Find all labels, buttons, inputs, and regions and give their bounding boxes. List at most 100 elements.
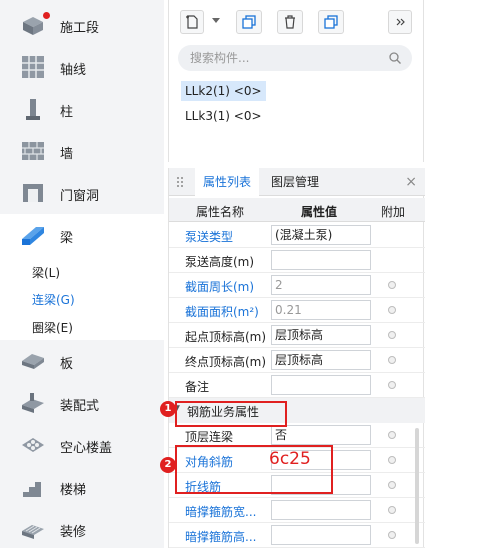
subitem-ring-beam[interactable]: 圈梁(E) xyxy=(32,319,73,336)
nav-label: 施工段 xyxy=(60,21,100,36)
extra-checkbox[interactable] xyxy=(388,431,396,439)
chevron-down-icon[interactable] xyxy=(212,18,220,23)
drag-handle-icon[interactable] xyxy=(176,176,184,188)
property-row: 截面面积(m²) 0.21 xyxy=(169,298,425,323)
nav-item-hollow-floor[interactable]: 空心楼盖 xyxy=(0,424,164,466)
nav-item-stair[interactable]: 楼梯 xyxy=(0,466,164,508)
property-name: 暗撑箍筋高... xyxy=(185,530,257,544)
nav-label: 空心楼盖 xyxy=(60,441,113,456)
nav-label: 板 xyxy=(60,357,74,372)
header-extra: 附加 xyxy=(381,205,406,219)
extra-checkbox[interactable] xyxy=(388,506,396,514)
nav-label: 装修 xyxy=(60,525,87,540)
nav-item-prefab[interactable]: 装配式 xyxy=(0,382,164,424)
property-value[interactable]: 层顶标高 xyxy=(271,325,371,345)
property-value[interactable] xyxy=(271,500,371,520)
property-tabbar: 属性列表 图层管理 × xyxy=(169,168,425,196)
nav-item-wall[interactable]: 墙 xyxy=(0,130,164,172)
property-value[interactable] xyxy=(271,375,371,395)
property-name: 截面面积(m²) xyxy=(185,305,259,319)
nav-item-axis[interactable]: 轴线 xyxy=(0,46,164,88)
nav-label: 轴线 xyxy=(60,63,87,78)
extra-checkbox[interactable] xyxy=(388,281,396,289)
property-value[interactable]: (混凝土泵) xyxy=(271,225,371,245)
property-value[interactable]: 否 xyxy=(271,425,371,445)
extra-checkbox[interactable] xyxy=(388,456,396,464)
extra-checkbox[interactable] xyxy=(388,331,396,339)
property-row: 暗撑箍筋高... xyxy=(169,523,425,548)
property-row: 暗撑箍筋宽... xyxy=(169,498,425,523)
nav-item-column[interactable]: 柱 xyxy=(0,88,164,130)
extra-checkbox[interactable] xyxy=(388,356,396,364)
stair-icon xyxy=(23,482,41,497)
delete-button[interactable] xyxy=(277,10,303,34)
property-value[interactable] xyxy=(271,525,371,545)
construction-section-icon xyxy=(23,17,43,35)
component-item-llk2[interactable]: LLk2(1) <0> xyxy=(181,81,266,101)
search-input[interactable] xyxy=(190,50,380,66)
property-value[interactable]: 2 xyxy=(271,275,371,295)
extra-checkbox[interactable] xyxy=(388,531,396,539)
property-value[interactable]: 层顶标高 xyxy=(271,350,371,370)
property-table-header: 属性名称 属性值 附加 xyxy=(169,198,425,222)
property-value[interactable]: 0.21 xyxy=(271,300,371,320)
extra-checkbox[interactable] xyxy=(388,306,396,314)
grid-axis-icon xyxy=(22,56,44,78)
nav-label: 柱 xyxy=(60,105,74,120)
component-item-llk3[interactable]: LLk3(1) <0> xyxy=(181,106,266,126)
tab-layer-management[interactable]: 图层管理 xyxy=(263,168,327,196)
nav-label: 门窗洞 xyxy=(60,189,100,204)
property-row: 泵送类型 (混凝土泵) xyxy=(169,223,425,248)
property-row: 终点顶标高(m) 层顶标高 xyxy=(169,348,425,373)
copy-icon xyxy=(242,15,256,29)
header-property-value: 属性值 xyxy=(301,205,338,219)
tab-property-list[interactable]: 属性列表 xyxy=(195,168,260,196)
property-name: 暗撑箍筋宽... xyxy=(185,505,257,519)
extra-checkbox[interactable] xyxy=(388,381,396,389)
property-name: 泵送类型 xyxy=(185,230,234,244)
subitem-beam[interactable]: 梁(L) xyxy=(32,264,60,281)
extra-checkbox[interactable] xyxy=(388,481,396,489)
property-name: 备注 xyxy=(185,380,210,394)
header-property-name: 属性名称 xyxy=(196,205,245,219)
annotation-badge-2: 2 xyxy=(160,457,176,473)
door-window-icon xyxy=(23,184,43,202)
new-component-button[interactable] xyxy=(180,10,204,34)
annotation-badge-1: 1 xyxy=(160,401,176,417)
more-button[interactable] xyxy=(388,10,412,34)
new-component-icon xyxy=(186,15,198,29)
nav-item-construction-section[interactable]: 施工段 xyxy=(0,4,164,46)
nav-label: 梁 xyxy=(60,231,74,246)
property-row: 泵送高度(m) xyxy=(169,248,425,273)
decoration-icon xyxy=(22,525,44,539)
layer-copy-button[interactable] xyxy=(318,10,344,34)
double-arrow-icon xyxy=(396,18,405,26)
property-name: 顶层连梁 xyxy=(185,430,234,444)
nav-label: 楼梯 xyxy=(60,483,87,498)
slab-icon xyxy=(22,354,44,369)
scrollbar[interactable] xyxy=(415,428,419,544)
property-value[interactable] xyxy=(271,250,371,270)
copy-button[interactable] xyxy=(236,10,262,34)
property-name: 泵送高度(m) xyxy=(185,255,255,269)
nav-label: 装配式 xyxy=(60,399,100,414)
property-name: 截面周长(m) xyxy=(185,280,255,294)
search-box xyxy=(178,45,412,71)
notification-dot xyxy=(43,12,50,19)
close-icon[interactable]: × xyxy=(405,174,417,190)
nav-item-slab[interactable]: 板 xyxy=(0,340,164,382)
wall-icon xyxy=(22,142,44,160)
beam-subtype-list: 梁(L) 连梁(G) 圈梁(E) xyxy=(0,256,164,340)
nav-label: 墙 xyxy=(60,147,74,162)
nav-item-door-window[interactable]: 门窗洞 xyxy=(0,172,164,214)
annotation-box-1 xyxy=(175,401,287,427)
search-icon[interactable] xyxy=(388,51,402,65)
nav-item-decoration[interactable]: 装修 xyxy=(0,508,164,548)
subitem-coupling-beam[interactable]: 连梁(G) xyxy=(32,291,75,308)
left-component-nav: 施工段 轴线 柱 墙 门窗洞 梁 梁(L) 连梁(G) 圈梁(E) 板 装配式 … xyxy=(0,0,164,548)
nav-item-beam[interactable]: 梁 xyxy=(0,214,164,256)
hollow-floor-icon xyxy=(22,438,44,452)
column-icon xyxy=(26,99,40,120)
property-name: 起点顶标高(m) xyxy=(185,330,267,344)
property-row: 截面周长(m) 2 xyxy=(169,273,425,298)
